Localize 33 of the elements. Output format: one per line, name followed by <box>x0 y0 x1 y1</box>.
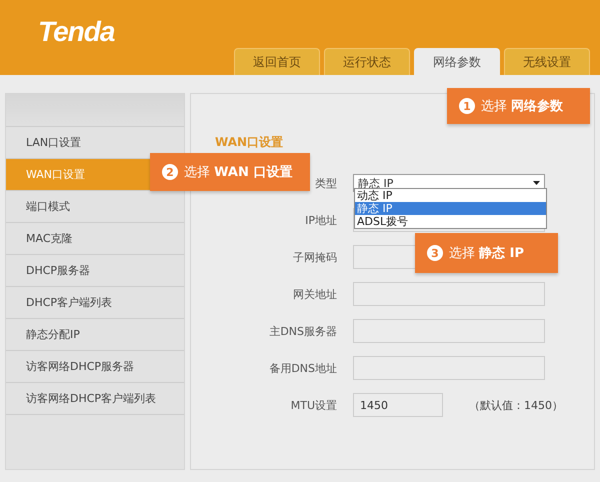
field-label: MTU设置 <box>290 398 337 412</box>
sidebar-item[interactable]: 静态分配IP <box>6 319 184 351</box>
field-label: 网关地址 <box>292 286 337 302</box>
step-number: 2 <box>162 164 178 180</box>
caret-icon <box>533 181 540 185</box>
dropdown-option[interactable]: 静态 IP <box>355 202 546 215</box>
sidebar-item[interactable]: MAC克隆 <box>6 223 184 255</box>
sidebar-item[interactable]: 访客网络DHCP服务器 <box>6 351 184 383</box>
default-hint: （默认值：1450） <box>469 398 563 412</box>
nav-tab[interactable]: 运行状态 <box>324 48 410 75</box>
nav-tab[interactable]: 无线设置 <box>504 48 590 75</box>
logo: Tenda <box>38 16 114 48</box>
step-text: 选择 静态 IP <box>449 245 524 262</box>
field-label: 备用DNS地址 <box>268 360 337 376</box>
sidebar-item[interactable]: DHCP服务器 <box>6 255 184 287</box>
step-number: 1 <box>459 98 475 114</box>
input-field[interactable] <box>353 282 545 306</box>
field-label: 类型 <box>314 176 337 190</box>
field-label: IP地址 <box>304 212 337 228</box>
input-field[interactable]: 1450 <box>353 393 443 417</box>
dropdown-option[interactable]: 动态 IP <box>355 189 546 202</box>
nav-tab[interactable]: 返回首页 <box>234 48 320 75</box>
field-label: 主DNS服务器 <box>268 324 337 338</box>
field-label: 子网掩码 <box>292 250 337 264</box>
sidebar-item[interactable]: 访客网络DHCP客户端列表 <box>6 383 184 415</box>
dropdown-option[interactable]: ADSL拨号 <box>355 215 546 228</box>
input-field[interactable] <box>353 319 545 343</box>
sidebar-item[interactable]: DHCP客户端列表 <box>6 287 184 319</box>
nav-tab[interactable]: 网络参数 <box>414 48 500 75</box>
step-number: 3 <box>427 245 443 261</box>
input-field[interactable] <box>353 356 545 380</box>
step-text: 选择 网络参数 <box>481 98 564 115</box>
step-text: 选择 WAN 口设置 <box>184 164 292 181</box>
